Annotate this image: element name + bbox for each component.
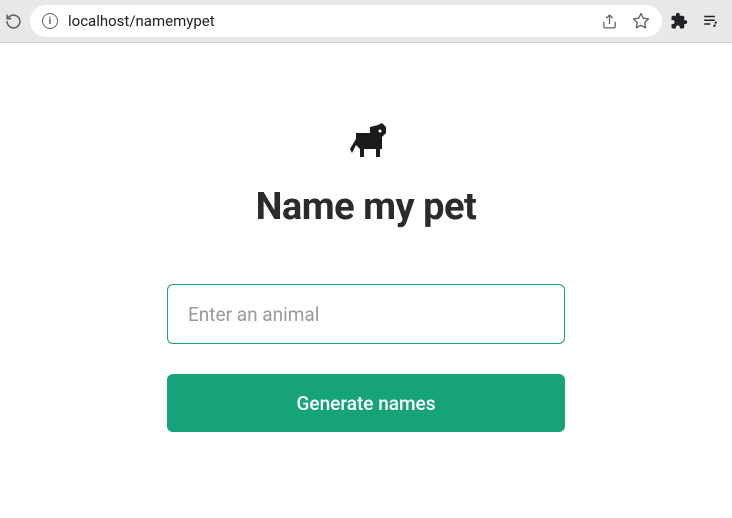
browser-toolbar: i localhost/namemypet [0, 0, 732, 43]
star-icon[interactable] [632, 12, 650, 30]
address-bar[interactable]: i localhost/namemypet [30, 5, 662, 37]
dog-icon [342, 123, 390, 167]
extensions-icon[interactable] [670, 12, 688, 30]
generate-button[interactable]: Generate names [167, 374, 565, 432]
main-content: Name my pet Generate names [0, 43, 732, 432]
animal-input[interactable] [167, 284, 565, 344]
share-icon[interactable] [601, 13, 618, 30]
music-icon[interactable] [702, 12, 720, 30]
address-bar-icons [601, 12, 650, 30]
extension-icons [670, 12, 724, 30]
url-text: localhost/namemypet [68, 12, 591, 30]
info-icon[interactable]: i [42, 13, 58, 29]
reload-icon[interactable] [4, 12, 22, 30]
page-title: Name my pet [256, 185, 477, 229]
